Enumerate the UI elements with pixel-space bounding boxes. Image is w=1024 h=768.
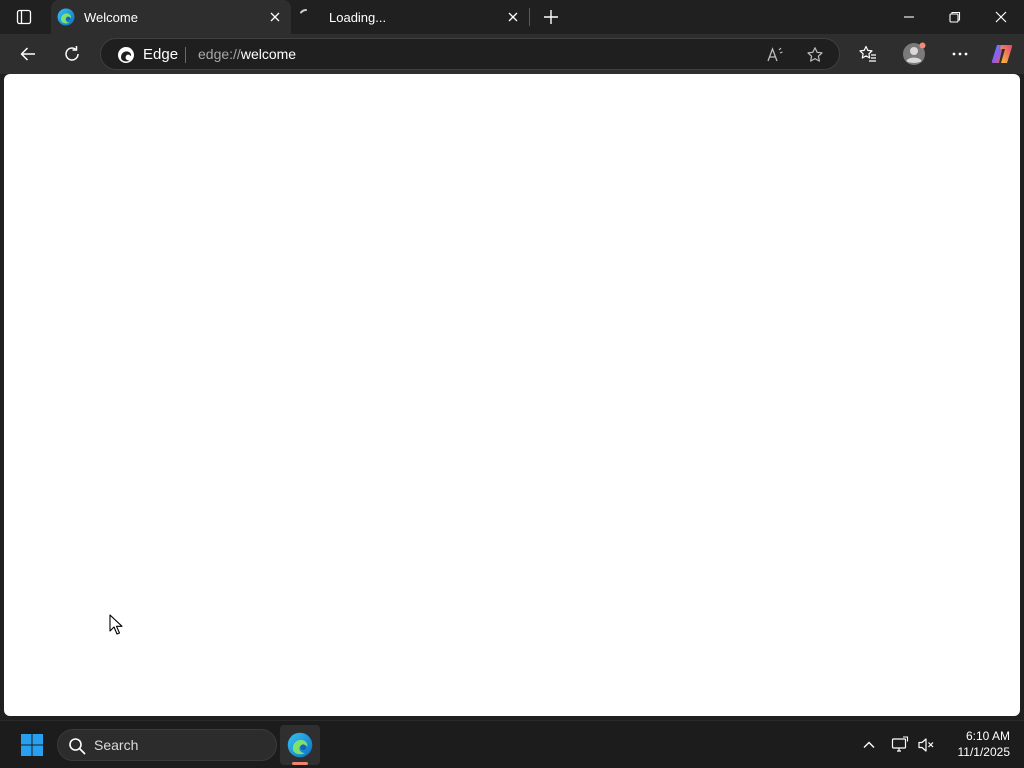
back-button[interactable] xyxy=(12,38,44,70)
screen: Welcome Loading... Edge edge://welcome S… xyxy=(0,0,1024,768)
show-hidden-icons-button[interactable] xyxy=(857,733,881,757)
tab-title: Loading... xyxy=(329,9,387,25)
chevron-up-icon xyxy=(863,741,875,748)
close-window-button[interactable] xyxy=(978,0,1024,34)
close-icon xyxy=(270,12,280,22)
search-icon xyxy=(69,738,86,755)
search-label: Search xyxy=(94,737,139,753)
tab-welcome[interactable]: Welcome xyxy=(51,0,291,34)
favorite-star-icon xyxy=(807,47,823,62)
url-text[interactable]: edge://welcome xyxy=(198,46,296,62)
minimize-icon xyxy=(904,16,914,18)
close-icon xyxy=(995,11,1007,23)
close-icon xyxy=(508,12,518,22)
volume-button[interactable] xyxy=(914,733,938,757)
loading-spinner-icon xyxy=(300,9,307,14)
start-button[interactable] xyxy=(14,727,50,763)
windows-logo-icon xyxy=(21,734,43,756)
address-divider xyxy=(185,47,186,63)
favorites-button[interactable] xyxy=(852,38,884,70)
volume-muted-icon xyxy=(918,738,934,752)
tab-actions-icon xyxy=(16,9,32,25)
refresh-button[interactable] xyxy=(56,38,88,70)
read-aloud-icon xyxy=(767,47,783,62)
navigation-toolbar: Edge edge://welcome xyxy=(0,34,1024,74)
taskbar-clock[interactable]: 6:10 AM 11/1/2025 xyxy=(944,728,1011,760)
profile-icon xyxy=(903,42,926,65)
taskbar-app-edge[interactable] xyxy=(280,725,320,765)
tab-close-button[interactable] xyxy=(264,6,286,28)
add-favorite-button[interactable] xyxy=(801,41,829,69)
new-tab-button[interactable] xyxy=(537,3,565,31)
tab-close-button[interactable] xyxy=(502,6,524,28)
restore-icon xyxy=(949,11,961,23)
page-content[interactable] xyxy=(4,74,1020,716)
edge-icon xyxy=(57,8,75,26)
url-scheme: edge:// xyxy=(198,46,241,62)
restore-button[interactable] xyxy=(932,0,978,34)
refresh-icon xyxy=(65,46,79,61)
running-app-indicator xyxy=(292,762,308,765)
tab-title: Welcome xyxy=(84,9,138,25)
edge-icon xyxy=(287,732,313,758)
network-button[interactable] xyxy=(888,733,912,757)
read-aloud-button[interactable] xyxy=(761,41,789,69)
copilot-icon xyxy=(991,45,1013,63)
tab-loading[interactable]: Loading... xyxy=(291,0,529,34)
clock-date: 11/1/2025 xyxy=(957,745,1011,759)
tab-separator xyxy=(529,8,530,26)
edge-icon xyxy=(118,47,134,63)
tab-strip: Welcome Loading... xyxy=(0,0,1024,34)
network-icon xyxy=(891,736,909,752)
url-path: welcome xyxy=(240,46,297,62)
tab-actions-button[interactable] xyxy=(8,3,40,31)
minimize-button[interactable] xyxy=(886,0,932,34)
taskbar: Search 6:10 AM 11/1/2025 xyxy=(0,720,1024,768)
site-info-chip[interactable]: Edge xyxy=(143,46,178,63)
clock-time: 6:10 AM xyxy=(965,729,1010,743)
favorites-icon xyxy=(859,45,876,62)
back-arrow-icon xyxy=(20,47,35,61)
address-bar[interactable]: Edge edge://welcome xyxy=(100,38,840,70)
mouse-cursor-icon xyxy=(109,614,123,635)
taskbar-search[interactable]: Search xyxy=(57,729,277,761)
plus-icon xyxy=(544,10,558,24)
settings-more-button[interactable] xyxy=(944,38,976,70)
copilot-button[interactable] xyxy=(986,38,1018,70)
more-icon xyxy=(952,52,968,56)
profile-button[interactable] xyxy=(898,38,930,70)
